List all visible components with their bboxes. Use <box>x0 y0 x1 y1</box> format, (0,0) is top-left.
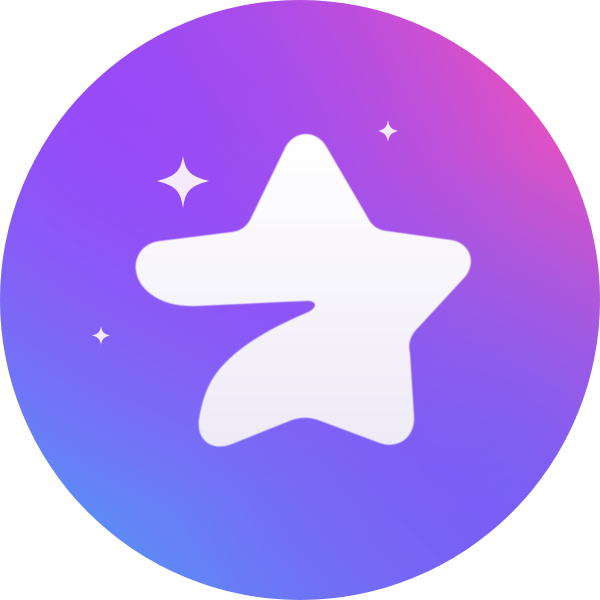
app-icon <box>0 0 600 600</box>
premium-logo <box>0 0 600 600</box>
